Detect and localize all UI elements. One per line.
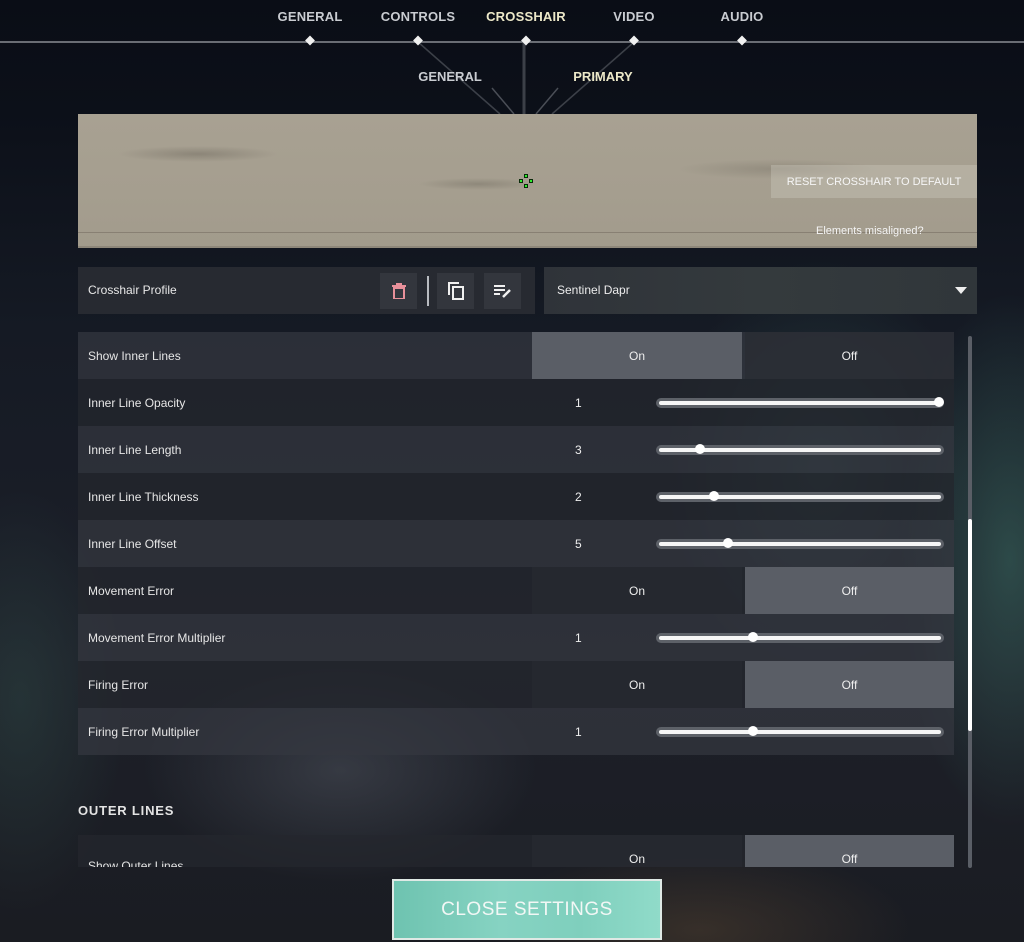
tab-controls[interactable]: CONTROLS	[381, 9, 456, 24]
slider-track	[656, 538, 944, 549]
setting-row-movement-error: Movement Error On Off	[78, 567, 954, 614]
slider-thumb[interactable]	[747, 725, 758, 736]
slider-thumb[interactable]	[934, 396, 944, 407]
close-settings-button[interactable]: CLOSE SETTINGS	[392, 879, 662, 940]
copy-icon	[447, 282, 464, 300]
setting-label: Firing Error	[88, 677, 149, 692]
inner-lines-settings: Show Inner Lines On Off Inner Line Opacity 1…	[78, 332, 954, 755]
slider-thumb[interactable]	[722, 537, 733, 548]
setting-value: 5	[575, 536, 582, 551]
profile-dropdown[interactable]: Sentinel Dapr	[544, 267, 977, 314]
slider-thumb[interactable]	[694, 443, 705, 454]
setting-row-firing-error-multiplier: Firing Error Multiplier 1	[78, 708, 954, 755]
slider-fill	[659, 400, 941, 405]
copy-profile-button[interactable]	[437, 273, 474, 309]
setting-slider[interactable]	[656, 443, 944, 455]
reset-crosshair-button[interactable]: RESET CROSSHAIR TO DEFAULT	[771, 165, 977, 198]
toolbar-separator	[427, 276, 429, 306]
setting-slider[interactable]	[656, 537, 944, 549]
setting-row-inner-line-opacity: Inner Line Opacity 1	[78, 379, 954, 426]
setting-value: 1	[575, 630, 582, 645]
setting-label: Firing Error Multiplier	[88, 724, 200, 739]
setting-row-show-outer-lines: Show Outer Lines On Off	[78, 835, 954, 867]
setting-row-firing-error: Firing Error On Off	[78, 661, 954, 708]
toggle-on-button[interactable]: On	[532, 661, 742, 708]
setting-label: Show Inner Lines	[88, 348, 181, 363]
toggle-off-button[interactable]: Off	[745, 567, 954, 614]
setting-label: Inner Line Opacity	[88, 395, 186, 410]
scrollbar-thumb[interactable]	[968, 519, 972, 731]
slider-fill	[659, 494, 941, 499]
setting-label: Movement Error Multiplier	[88, 630, 226, 645]
tab-audio[interactable]: AUDIO	[721, 9, 764, 24]
crosshair-preview: RESET CROSSHAIR TO DEFAULT Elements misa…	[78, 114, 977, 248]
setting-slider[interactable]	[656, 631, 944, 643]
tab-general[interactable]: GENERAL	[278, 9, 343, 24]
setting-value: 3	[575, 442, 582, 457]
setting-row-show-inner-lines: Show Inner Lines On Off	[78, 332, 954, 379]
outer-lines-settings: Show Outer Lines On Off	[78, 835, 954, 867]
tab-video[interactable]: VIDEO	[613, 9, 654, 24]
tab-crosshair[interactable]: CROSSHAIR	[486, 9, 566, 24]
setting-row-inner-line-length: Inner Line Length 3	[78, 426, 954, 473]
toggle-on-button[interactable]: On	[532, 332, 742, 379]
slider-fill	[659, 729, 941, 734]
setting-row-inner-line-thickness: Inner Line Thickness 2	[78, 473, 954, 520]
setting-slider[interactable]	[656, 490, 944, 502]
slider-thumb[interactable]	[708, 490, 719, 501]
setting-label: Inner Line Thickness	[88, 489, 199, 504]
setting-slider[interactable]	[656, 396, 944, 408]
setting-label: Inner Line Offset	[88, 536, 177, 551]
slider-track	[656, 491, 944, 502]
delete-profile-button[interactable]	[380, 273, 417, 309]
trash-icon	[391, 283, 406, 299]
chevron-down-icon	[955, 287, 967, 294]
setting-label: Inner Line Length	[88, 442, 182, 457]
setting-row-movement-error-multiplier: Movement Error Multiplier 1	[78, 614, 954, 661]
slider-track	[656, 632, 944, 643]
toggle-on-button[interactable]: On	[532, 567, 742, 614]
slider-track	[656, 726, 944, 737]
slider-fill	[659, 541, 941, 546]
setting-label: Movement Error	[88, 583, 175, 598]
setting-label: Show Outer Lines	[88, 859, 184, 867]
setting-value: 2	[575, 489, 582, 504]
toggle-off-button[interactable]: Off	[745, 835, 954, 867]
crosshair-profile-bar: Crosshair Profile	[78, 267, 535, 314]
toggle-off-button[interactable]: Off	[745, 661, 954, 708]
outer-lines-heading: OUTER LINES	[78, 803, 175, 818]
toggle-off-button[interactable]: Off	[745, 332, 954, 379]
toggle-on-button[interactable]: On	[532, 835, 742, 867]
setting-slider[interactable]	[656, 725, 944, 737]
slider-thumb[interactable]	[747, 631, 758, 642]
edit-profile-button[interactable]	[484, 273, 521, 309]
setting-value: 1	[575, 724, 582, 739]
setting-value: 1	[575, 395, 582, 410]
subtab-general[interactable]: GENERAL	[418, 69, 482, 84]
crosshair-profile-label: Crosshair Profile	[88, 283, 177, 297]
subtab-primary[interactable]: PRIMARY	[573, 69, 632, 84]
setting-row-inner-line-offset: Inner Line Offset 5	[78, 520, 954, 567]
crosshair-icon	[519, 174, 533, 188]
profile-dropdown-value: Sentinel Dapr	[557, 283, 630, 297]
elements-misaligned-link[interactable]: Elements misaligned?	[816, 225, 924, 237]
slider-fill	[659, 635, 941, 640]
edit-list-icon	[493, 285, 511, 298]
slider-track	[656, 397, 944, 408]
